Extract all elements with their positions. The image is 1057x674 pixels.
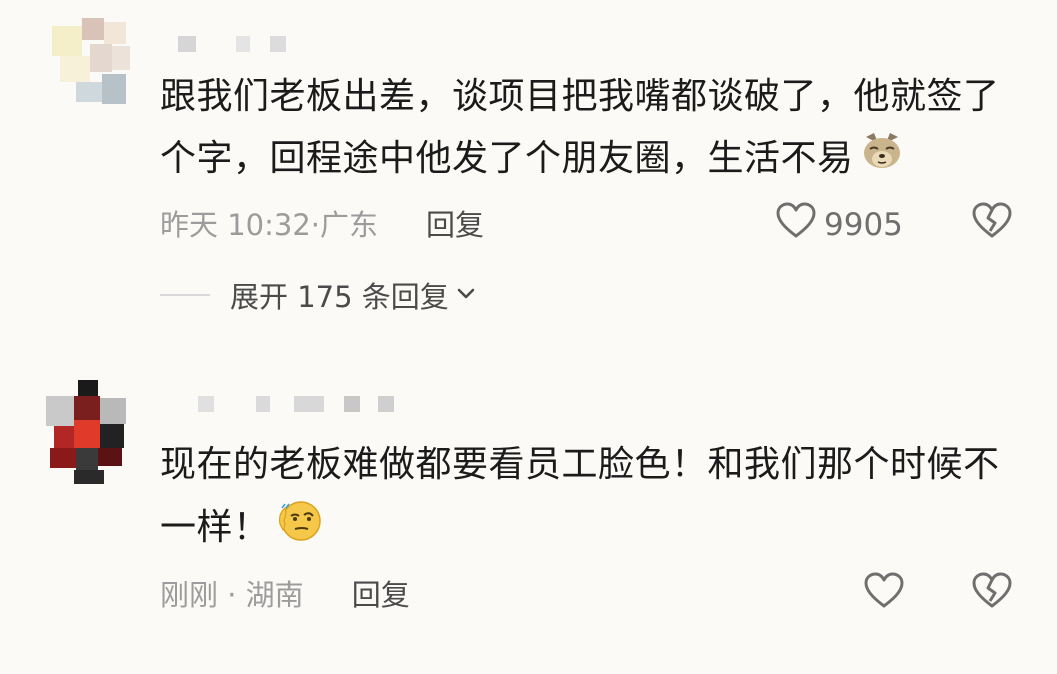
dislike-button[interactable] <box>972 572 1012 614</box>
user-name-masked <box>198 396 398 412</box>
comment-text: 跟我们老板出差，谈项目把我嘴都谈破了，他就签了个字，回程途中他发了个朋友圈，生活… <box>160 66 1020 191</box>
meta-separator: · <box>218 578 246 612</box>
expand-replies[interactable]: 展开 175 条回复 <box>160 274 477 316</box>
like-button[interactable]: 9905 <box>776 202 903 248</box>
broken-heart-icon <box>972 202 1012 244</box>
heart-icon <box>776 202 816 248</box>
meta-separator: · <box>310 208 321 242</box>
smug-face-emoji <box>276 496 324 562</box>
comment-meta: 昨天 10:32·广东 回复 <box>160 202 484 244</box>
comment-time: 昨天 10:32 <box>160 208 311 242</box>
comment-meta: 刚刚 · 湖南 回复 <box>160 572 410 614</box>
like-button[interactable] <box>864 572 904 618</box>
reply-button[interactable]: 回复 <box>426 208 484 242</box>
expand-replies-label: 展开 175 条回复 <box>230 280 449 314</box>
divider-line <box>160 294 210 296</box>
comment-list: 跟我们老板出差，谈项目把我嘴都谈破了，他就签了个字，回程途中他发了个朋友圈，生活… <box>0 0 1057 674</box>
dislike-button[interactable] <box>972 202 1012 244</box>
chevron-down-icon <box>455 282 477 308</box>
broken-heart-icon <box>972 572 1012 614</box>
avatar[interactable] <box>52 18 132 110</box>
avatar[interactable] <box>40 380 136 484</box>
reply-button[interactable]: 回复 <box>352 578 410 612</box>
comment-location: 湖南 <box>245 578 304 612</box>
comment-time: 刚刚 <box>160 578 219 612</box>
comment-text: 现在的老板难做都要看员工脸色！和我们那个时候不一样！ <box>160 434 1020 562</box>
like-count: 9905 <box>824 207 903 243</box>
comment-location: 广东 <box>320 208 379 242</box>
heart-icon <box>864 572 904 618</box>
user-name-masked <box>178 36 288 52</box>
dog-face-emoji <box>860 129 904 191</box>
